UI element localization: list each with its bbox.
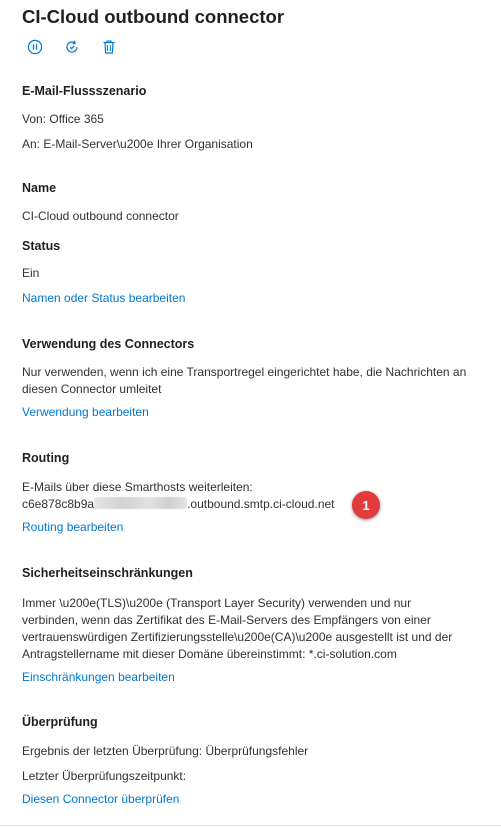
pause-icon <box>27 39 43 55</box>
annotation-badge: 1 <box>352 491 380 519</box>
security-line: Immer \u200e(TLS)\u200e (Transport Layer… <box>22 596 412 610</box>
redacted-blur <box>94 497 188 509</box>
edit-name-status-link[interactable]: Namen oder Status bearbeiten <box>22 291 185 305</box>
bottom-divider <box>0 825 501 826</box>
security-line: Antragstellername mit dieser Domäne über… <box>22 647 397 661</box>
validate-connector-link[interactable]: Diesen Connector überprüfen <box>22 792 179 806</box>
name-heading: Name <box>22 181 57 195</box>
delete-button[interactable] <box>98 38 120 56</box>
mail-flow-to: An: E-Mail-Server\u200e Ihrer Organisati… <box>22 137 253 151</box>
status-value: Ein <box>22 266 40 280</box>
mail-flow-heading: E-Mail-Flussszenario <box>22 84 147 98</box>
refresh-icon <box>66 40 78 53</box>
smarthost-suffix: .outbound.smtp.ci-cloud.net <box>187 497 335 511</box>
smarthost-prefix: c6e878c8b9a <box>22 497 95 511</box>
connector-details-panel: CI-Cloud outbound connector E-Mail-Fluss… <box>0 0 501 828</box>
mail-flow-from: Von: Office 365 <box>22 112 104 126</box>
security-line: vertrauenswürdigen Zertifizierungsstelle… <box>22 630 453 644</box>
edit-usage-link[interactable]: Verwendung bearbeiten <box>22 405 149 419</box>
toolbar <box>24 38 120 56</box>
validation-heading: Überprüfung <box>22 715 98 729</box>
status-heading: Status <box>22 239 61 253</box>
page-title: CI-Cloud outbound connector <box>22 6 285 27</box>
validation-result: Ergebnis der letzten Überprüfung: Überpr… <box>22 744 309 758</box>
refresh-button[interactable] <box>61 38 83 56</box>
security-line: verbinden, wenn das Zertifikat des E-Mai… <box>22 613 431 627</box>
validation-time: Letzter Überprüfungszeitpunkt: <box>22 769 187 783</box>
usage-description: Nur verwenden, wenn ich eine Transportre… <box>22 365 467 396</box>
trash-icon <box>103 40 115 54</box>
disable-button[interactable] <box>24 38 46 56</box>
name-value: CI-Cloud outbound connector <box>22 209 179 223</box>
routing-heading: Routing <box>22 451 70 465</box>
security-heading: Sicherheitseinschränkungen <box>22 566 193 580</box>
routing-label: E-Mails über diese Smarthosts weiterleit… <box>22 480 253 494</box>
smarthost-value: c6e878c8b9a .outbound.smtp.ci-cloud.net <box>22 496 335 513</box>
edit-restrictions-link[interactable]: Einschränkungen bearbeiten <box>22 670 175 684</box>
edit-routing-link[interactable]: Routing bearbeiten <box>22 520 123 534</box>
usage-heading: Verwendung des Connectors <box>22 337 195 351</box>
